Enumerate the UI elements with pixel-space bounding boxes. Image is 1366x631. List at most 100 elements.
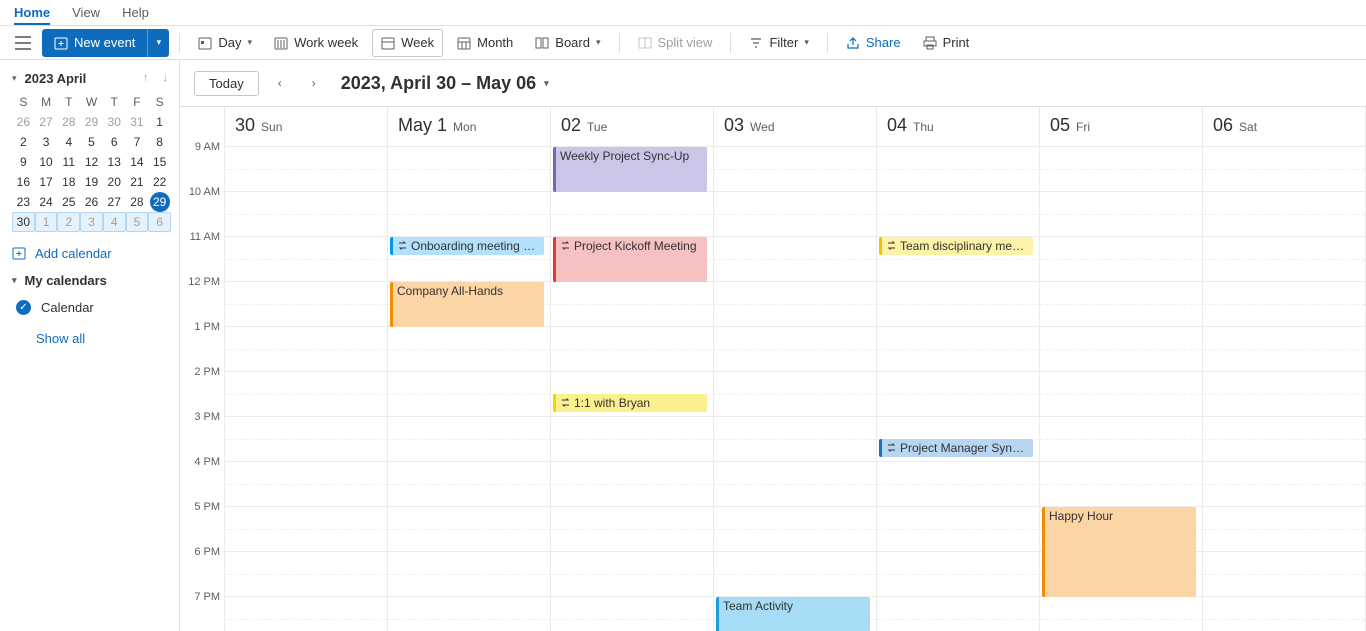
- mini-cal-day[interactable]: 15: [148, 152, 171, 172]
- hour-cell[interactable]: [714, 237, 876, 282]
- hamburger-icon[interactable]: [10, 30, 36, 56]
- hour-cell[interactable]: [388, 462, 550, 507]
- hour-cell[interactable]: [714, 507, 876, 552]
- hour-cell[interactable]: [225, 507, 387, 552]
- hour-cell[interactable]: [877, 597, 1039, 631]
- today-button[interactable]: Today: [194, 71, 259, 96]
- view-board-button[interactable]: Board ▾: [527, 29, 608, 57]
- hour-cell[interactable]: [1040, 597, 1202, 631]
- hour-cell[interactable]: [1040, 462, 1202, 507]
- hour-cell[interactable]: [225, 192, 387, 237]
- day-header[interactable]: 06Sat: [1203, 107, 1365, 147]
- hour-cell[interactable]: [551, 462, 713, 507]
- mini-cal-day[interactable]: 23: [12, 192, 35, 212]
- calendar-event[interactable]: Project Manager Sync Up: [879, 439, 1033, 457]
- mini-cal-day[interactable]: 31: [126, 112, 149, 132]
- new-event-button[interactable]: New event: [42, 29, 147, 57]
- hour-cell[interactable]: [1203, 462, 1365, 507]
- mini-cal-day[interactable]: 18: [57, 172, 80, 192]
- hour-cell[interactable]: [388, 597, 550, 631]
- mini-cal-day[interactable]: 19: [80, 172, 103, 192]
- mini-cal-day[interactable]: 17: [35, 172, 58, 192]
- mini-cal-day[interactable]: 29: [80, 112, 103, 132]
- hour-cell[interactable]: [1040, 147, 1202, 192]
- my-calendars-section[interactable]: ▾ My calendars: [12, 273, 171, 288]
- mini-cal-day[interactable]: 27: [35, 112, 58, 132]
- mini-cal-day[interactable]: 3: [35, 132, 58, 152]
- hour-cell[interactable]: [225, 147, 387, 192]
- day-header[interactable]: 05Fri: [1040, 107, 1202, 147]
- hour-cell[interactable]: [388, 552, 550, 597]
- hour-cell[interactable]: [1040, 417, 1202, 462]
- hour-cell[interactable]: [1203, 417, 1365, 462]
- calendar-event[interactable]: Company All-Hands: [390, 282, 544, 327]
- hour-cell[interactable]: [877, 462, 1039, 507]
- hour-cell[interactable]: [388, 192, 550, 237]
- hour-cell[interactable]: [877, 372, 1039, 417]
- mini-cal-day[interactable]: 3: [80, 212, 103, 232]
- hour-cell[interactable]: [1203, 282, 1365, 327]
- hour-cell[interactable]: [225, 462, 387, 507]
- hour-cell[interactable]: [551, 552, 713, 597]
- hour-cell[interactable]: [714, 372, 876, 417]
- tab-home[interactable]: Home: [14, 5, 50, 25]
- calendar-item[interactable]: Calendar: [12, 296, 171, 319]
- hour-cell[interactable]: [1040, 372, 1202, 417]
- hour-cell[interactable]: [551, 507, 713, 552]
- view-day-button[interactable]: Day ▾: [190, 29, 260, 57]
- calendar-event[interactable]: Team Activity: [716, 597, 870, 631]
- hour-cell[interactable]: [1040, 237, 1202, 282]
- hour-cell[interactable]: [877, 147, 1039, 192]
- mini-cal-day[interactable]: 22: [148, 172, 171, 192]
- day-header[interactable]: May 1Mon: [388, 107, 550, 147]
- hour-cell[interactable]: [714, 282, 876, 327]
- mini-cal-day[interactable]: 28: [126, 192, 149, 212]
- hour-cell[interactable]: [1203, 192, 1365, 237]
- hour-cell[interactable]: [225, 417, 387, 462]
- chevron-down-icon[interactable]: ▾: [12, 73, 17, 84]
- hour-cell[interactable]: [225, 327, 387, 372]
- hour-cell[interactable]: [1203, 237, 1365, 282]
- day-header[interactable]: 30Sun: [225, 107, 387, 147]
- hour-cell[interactable]: [388, 417, 550, 462]
- mini-cal-day[interactable]: 30: [103, 112, 126, 132]
- hour-cell[interactable]: [877, 282, 1039, 327]
- mini-cal-day[interactable]: 27: [103, 192, 126, 212]
- add-calendar-button[interactable]: Add calendar: [12, 246, 171, 261]
- hour-cell[interactable]: [1203, 372, 1365, 417]
- day-cells[interactable]: Happy Hour: [1040, 147, 1202, 631]
- hour-cell[interactable]: [877, 192, 1039, 237]
- hour-cell[interactable]: [714, 462, 876, 507]
- mini-cal-day[interactable]: 20: [103, 172, 126, 192]
- calendar-event[interactable]: Team disciplinary meeting: [879, 237, 1033, 255]
- mini-cal-day[interactable]: 29: [150, 192, 170, 212]
- mini-cal-day[interactable]: 1: [148, 112, 171, 132]
- hour-cell[interactable]: [388, 507, 550, 552]
- share-button[interactable]: Share: [838, 29, 909, 57]
- hour-cell[interactable]: [714, 417, 876, 462]
- mini-cal-day[interactable]: 21: [126, 172, 149, 192]
- date-range-title[interactable]: 2023, April 30 – May 06 ▾: [341, 73, 549, 94]
- calendar-event[interactable]: Project Kickoff Meeting: [553, 237, 707, 282]
- mini-cal-day[interactable]: 4: [57, 132, 80, 152]
- mini-cal-day[interactable]: 24: [35, 192, 58, 212]
- mini-cal-day[interactable]: 26: [12, 112, 35, 132]
- mini-cal-day[interactable]: 9: [12, 152, 35, 172]
- hour-cell[interactable]: [551, 282, 713, 327]
- mini-cal-day[interactable]: 4: [103, 212, 126, 232]
- mini-cal-day[interactable]: 5: [80, 132, 103, 152]
- mini-cal-day[interactable]: 30: [12, 212, 35, 232]
- hour-cell[interactable]: [551, 597, 713, 631]
- mini-cal-day[interactable]: 26: [80, 192, 103, 212]
- mini-cal-day[interactable]: 8: [148, 132, 171, 152]
- mini-cal-day[interactable]: 10: [35, 152, 58, 172]
- hour-cell[interactable]: [714, 192, 876, 237]
- day-cells[interactable]: Onboarding meeting with new hireCompany …: [388, 147, 550, 631]
- mini-cal-day[interactable]: 28: [57, 112, 80, 132]
- day-cells[interactable]: [1203, 147, 1365, 631]
- hour-cell[interactable]: [1040, 327, 1202, 372]
- mini-cal-day[interactable]: 11: [57, 152, 80, 172]
- hour-cell[interactable]: [877, 552, 1039, 597]
- day-header[interactable]: 03Wed: [714, 107, 876, 147]
- prev-month-arrow[interactable]: ↑: [140, 70, 152, 86]
